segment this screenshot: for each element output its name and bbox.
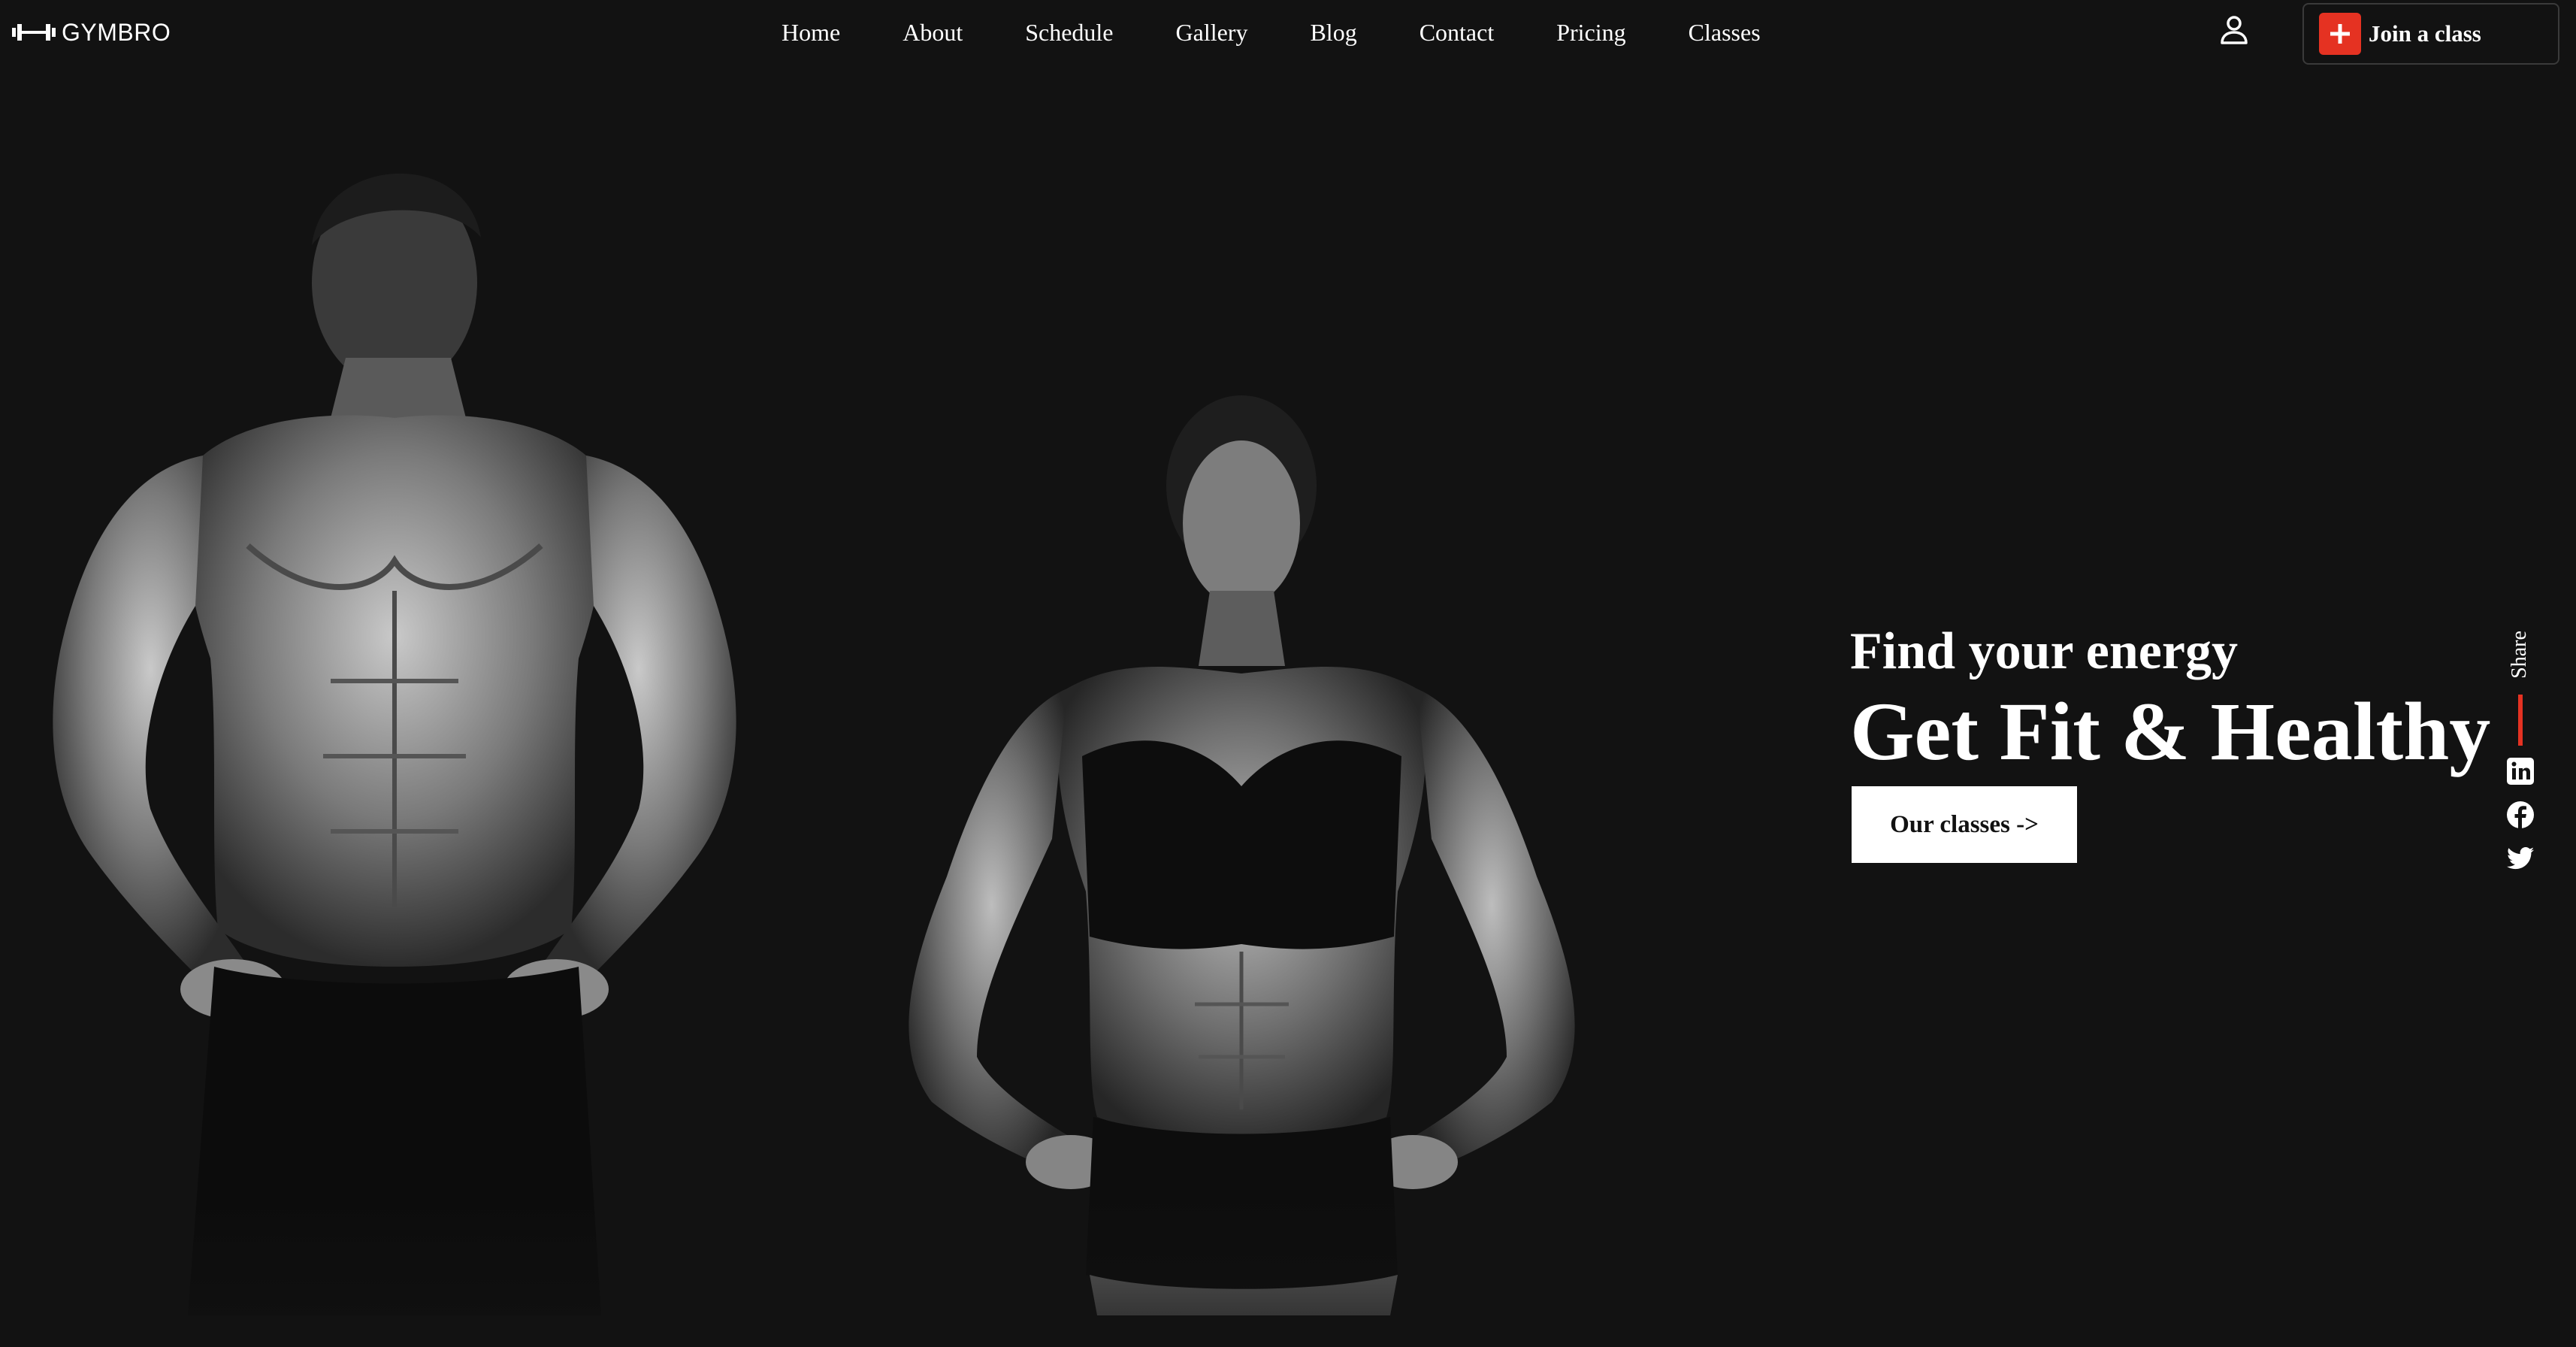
share-label-text: Share [2508,631,2531,679]
share-divider [2518,695,2523,746]
linkedin-icon[interactable] [2505,756,2535,786]
nav-gallery[interactable]: Gallery [1176,19,1248,47]
our-classes-button[interactable]: Our classes -> [1852,786,2077,863]
twitter-icon[interactable] [2505,843,2535,873]
facebook-icon[interactable] [2505,800,2535,830]
join-class-label: Join a class [2369,20,2481,47]
brand-logo[interactable]: GYMBRO [12,15,171,50]
hero-subtitle: Find your energy [1850,622,2238,680]
brand-name: GYMBRO [62,18,171,46]
join-class-button[interactable]: Join a class [2302,3,2559,65]
nav-pricing[interactable]: Pricing [1556,19,1625,47]
nav-home[interactable]: Home [782,19,840,47]
nav-blog[interactable]: Blog [1310,19,1356,47]
nav-contact[interactable]: Contact [1420,19,1495,47]
woman-figure [909,395,1575,1315]
nav-schedule[interactable]: Schedule [1025,19,1113,47]
man-figure [53,173,736,1315]
plus-icon [2319,13,2361,55]
dumbbell-icon [12,24,56,41]
share-label: Share [2505,621,2535,689]
nav-about[interactable]: About [903,19,963,47]
main-nav: Home About Schedule Gallery Blog Contact… [782,15,1761,50]
site-header: GYMBRO Home About Schedule Gallery Blog … [0,0,2576,65]
nav-classes[interactable]: Classes [1689,19,1761,47]
user-icon[interactable] [2220,15,2248,45]
hero-title: Get Fit & Healthy [1850,686,2491,777]
hero-athletes-image [0,173,1653,1315]
